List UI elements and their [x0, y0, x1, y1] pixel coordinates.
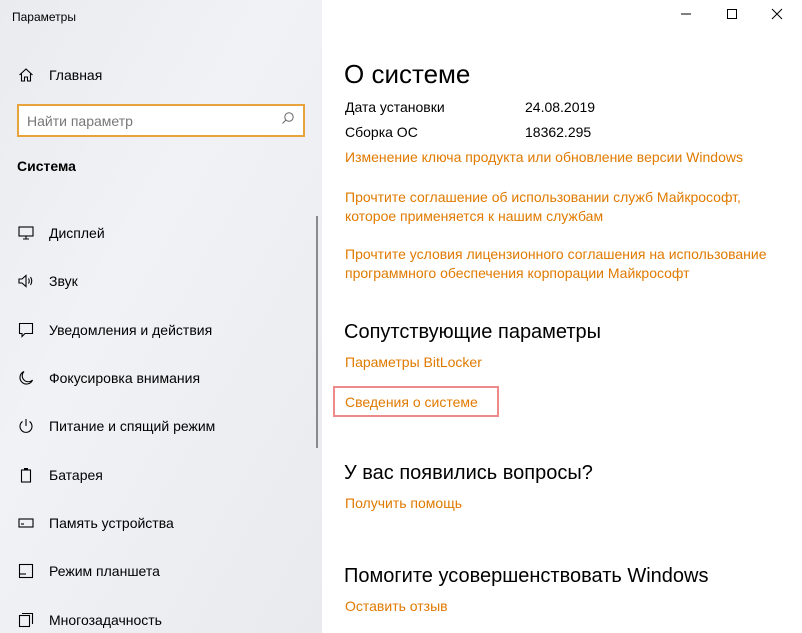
- sidebar-item-label: Уведомления и действия: [49, 321, 213, 338]
- sound-icon: [17, 272, 35, 290]
- notifications-icon: [17, 321, 35, 339]
- home-icon: [17, 66, 35, 84]
- sidebar-item-label: Память устройства: [49, 514, 174, 531]
- sidebar-item-multitasking[interactable]: Многозадачность: [17, 595, 317, 633]
- sidebar-item-power[interactable]: Питание и спящий режим: [17, 402, 317, 450]
- minimize-button[interactable]: [663, 0, 709, 32]
- sidebar-item-tablet-mode[interactable]: Режим планшета: [17, 547, 317, 595]
- bitlocker-link[interactable]: Параметры BitLocker: [345, 353, 482, 372]
- search-icon[interactable]: [281, 111, 295, 130]
- tablet-icon: [17, 562, 35, 580]
- search-input[interactable]: [27, 112, 281, 129]
- spec-row-install-date: Дата установки 24.08.2019: [345, 99, 595, 115]
- sidebar-item-label: Дисплей: [49, 225, 105, 242]
- moon-icon: [17, 369, 35, 387]
- maximize-icon: [726, 7, 738, 25]
- sidebar-item-notifications[interactable]: Уведомления и действия: [17, 306, 317, 354]
- sidebar-item-label: Фокусировка внимания: [49, 370, 201, 387]
- sidebar-home[interactable]: Главная: [17, 63, 102, 87]
- feedback-link[interactable]: Оставить отзыв: [345, 597, 448, 616]
- improve-windows-title: Помогите усовершенствовать Windows: [344, 565, 709, 587]
- display-icon: [17, 224, 35, 242]
- sidebar-item-label: Батарея: [49, 466, 103, 483]
- spec-value: 24.08.2019: [525, 99, 596, 115]
- window-title: Параметры: [12, 10, 76, 24]
- spec-label: Сборка ОС: [345, 124, 418, 140]
- sidebar-item-label: Многозадачность: [49, 611, 162, 628]
- power-icon: [17, 417, 35, 435]
- sidebar: Параметры Главная Система Дисплей Звук: [0, 0, 322, 633]
- sidebar-item-label: Питание и спящий режим: [49, 418, 216, 435]
- sidebar-home-label: Главная: [49, 67, 103, 83]
- search-box[interactable]: [17, 104, 305, 137]
- spec-row-os-build: Сборка ОС 18362.295: [345, 124, 591, 140]
- spec-value: 18362.295: [525, 124, 592, 140]
- sidebar-scrollbar[interactable]: [316, 216, 318, 448]
- minimize-icon: [680, 7, 692, 25]
- related-settings-title: Сопутствующие параметры: [344, 321, 602, 343]
- maximize-button[interactable]: [709, 0, 755, 32]
- sidebar-item-battery[interactable]: Батарея: [17, 450, 317, 498]
- page-title: О системе: [344, 59, 471, 89]
- multitasking-icon: [17, 611, 35, 629]
- license-terms-link[interactable]: Прочтите условия лицензионного соглашени…: [345, 245, 767, 283]
- sidebar-item-display[interactable]: Дисплей: [17, 209, 317, 257]
- sidebar-item-storage[interactable]: Память устройства: [17, 499, 317, 547]
- sidebar-item-label: Режим планшета: [49, 563, 160, 580]
- battery-icon: [17, 466, 35, 484]
- sidebar-item-sound[interactable]: Звук: [17, 257, 317, 305]
- sidebar-item-label: Звук: [49, 273, 78, 290]
- services-agreement-link[interactable]: Прочтите соглашение об использовании слу…: [345, 188, 741, 226]
- get-help-link[interactable]: Получить помощь: [345, 494, 462, 513]
- storage-icon: [17, 514, 35, 532]
- questions-title: У вас появились вопросы?: [344, 462, 593, 484]
- close-button[interactable]: [754, 0, 800, 32]
- sidebar-nav: Дисплей Звук Уведомления и действия Фоку…: [17, 209, 317, 633]
- spec-label: Дата установки: [345, 99, 445, 115]
- product-key-link[interactable]: Изменение ключа продукта или обновление …: [345, 148, 743, 167]
- sidebar-item-focus-assist[interactable]: Фокусировка внимания: [17, 354, 317, 402]
- close-icon: [771, 7, 783, 25]
- sidebar-section-title: Система: [17, 158, 76, 174]
- system-info-link[interactable]: Сведения о системе: [345, 393, 478, 412]
